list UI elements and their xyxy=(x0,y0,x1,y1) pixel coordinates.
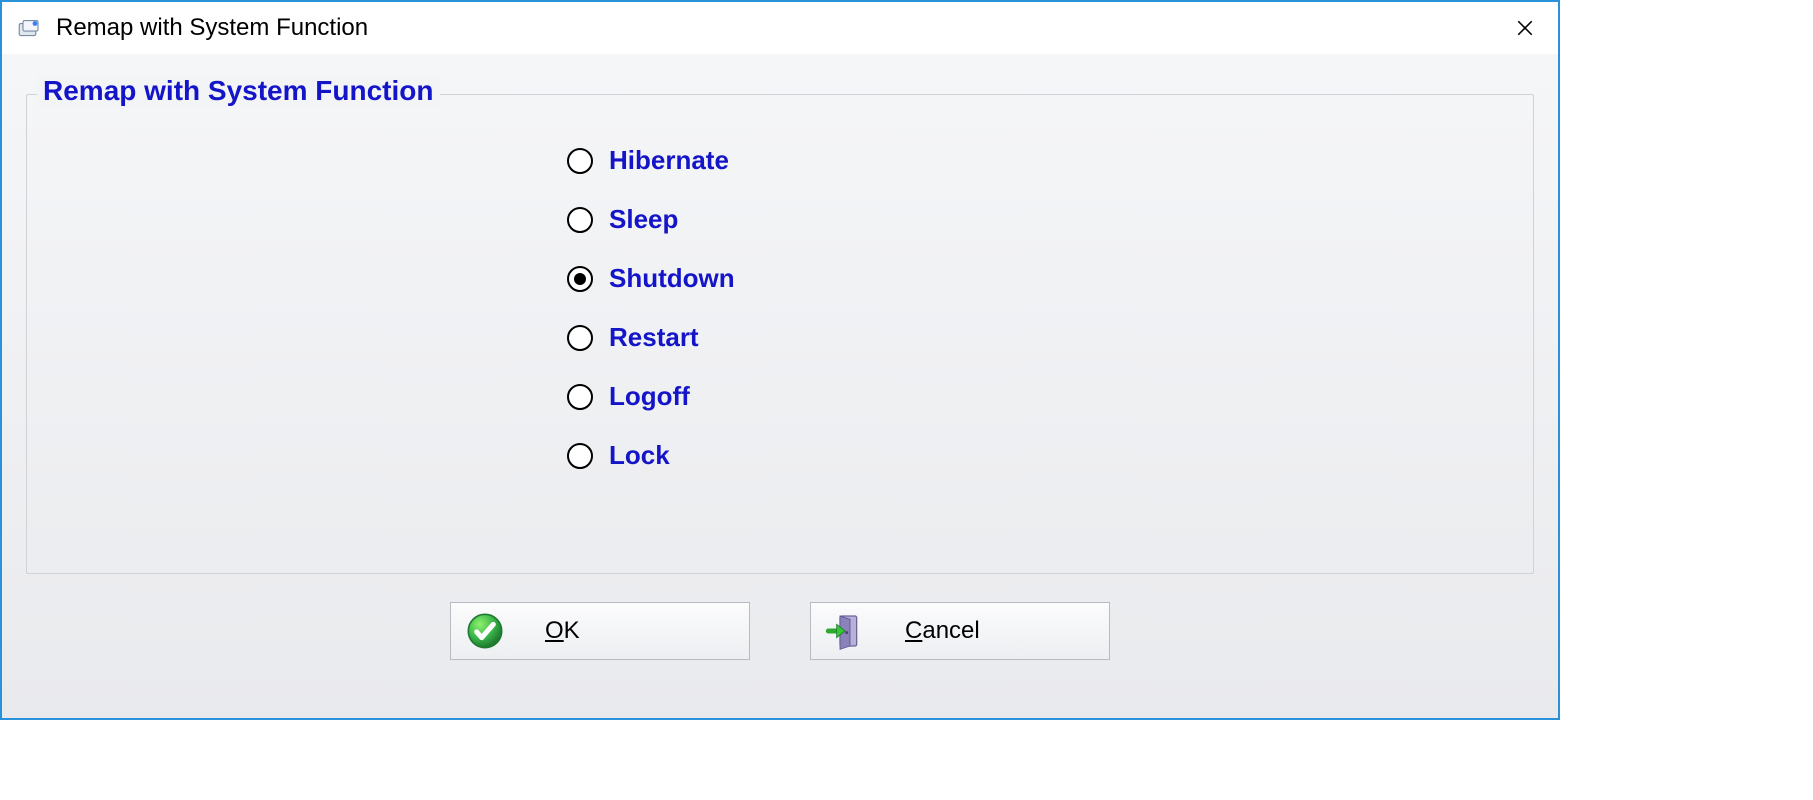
radio-indicator xyxy=(567,207,593,233)
radio-label: Hibernate xyxy=(609,145,729,176)
system-function-group: Remap with System Function HibernateSlee… xyxy=(26,94,1534,574)
radio-option-logoff[interactable]: Logoff xyxy=(567,381,1513,412)
radio-indicator xyxy=(567,443,593,469)
group-legend: Remap with System Function xyxy=(37,75,440,107)
cancel-button-label: Cancel xyxy=(895,617,1095,645)
radio-indicator xyxy=(567,266,593,292)
radio-option-lock[interactable]: Lock xyxy=(567,440,1513,471)
radio-indicator xyxy=(567,148,593,174)
radio-option-hibernate[interactable]: Hibernate xyxy=(567,145,1513,176)
radio-label: Lock xyxy=(609,440,670,471)
exit-door-icon xyxy=(825,611,865,651)
checkmark-icon xyxy=(465,611,505,651)
radio-indicator xyxy=(567,325,593,351)
options-list: Hibernate Sleep Shutdown Restart Logoff Lock xyxy=(567,145,1513,471)
cancel-button[interactable]: Cancel xyxy=(810,602,1110,660)
client-area: Remap with System Function Hibernate Slee… xyxy=(2,54,1558,718)
button-row: OK Cancel xyxy=(26,602,1534,660)
radio-label: Sleep xyxy=(609,204,678,235)
radio-label: Restart xyxy=(609,322,699,353)
window-title: Remap with System Function xyxy=(56,14,1500,42)
close-button[interactable] xyxy=(1500,8,1550,48)
dialog-window: Remap with System Function Remap with Sy… xyxy=(0,0,1560,720)
radio-option-sleep[interactable]: Sleep xyxy=(567,204,1513,235)
radio-option-restart[interactable]: Restart xyxy=(567,322,1513,353)
app-icon xyxy=(16,15,42,41)
radio-label: Shutdown xyxy=(609,263,735,294)
ok-button-label: OK xyxy=(535,617,735,645)
radio-indicator xyxy=(567,384,593,410)
close-icon xyxy=(1516,13,1534,44)
ok-button[interactable]: OK xyxy=(450,602,750,660)
radio-label: Logoff xyxy=(609,381,690,412)
radio-option-shutdown[interactable]: Shutdown xyxy=(567,263,1513,294)
titlebar: Remap with System Function xyxy=(2,2,1558,54)
